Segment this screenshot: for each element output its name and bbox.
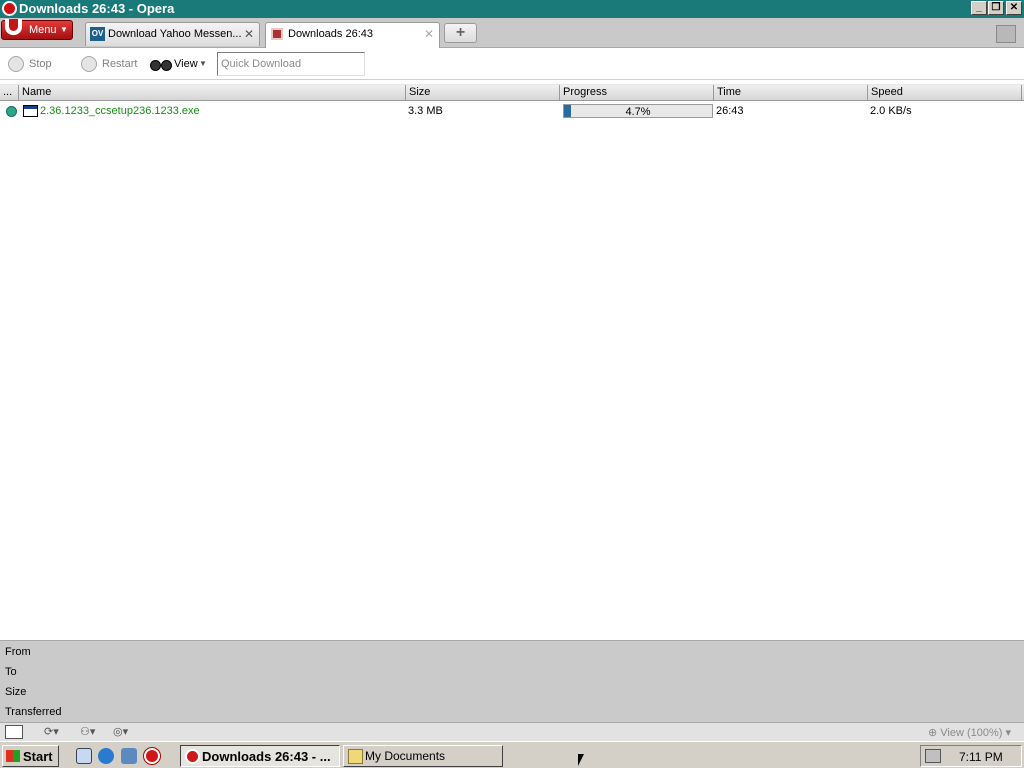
executable-file-icon — [23, 105, 38, 117]
tab-label: Downloads 26:43 — [288, 28, 374, 40]
start-label: Start — [23, 749, 53, 764]
restart-button[interactable]: Restart — [81, 56, 143, 72]
column-menu-button[interactable]: ... — [0, 85, 19, 101]
opera-icon — [185, 749, 200, 764]
chevron-down-icon: ▼ — [60, 25, 68, 34]
tab-downloads[interactable]: Downloads 26:43 ✕ — [265, 22, 440, 48]
trash-icon[interactable] — [996, 25, 1016, 43]
restart-label: Restart — [102, 58, 138, 70]
tab-bar: Menu ▼ OV Download Yahoo Messen... ✕ Dow… — [0, 18, 1024, 48]
zoom-icon: ⊕ — [928, 727, 941, 739]
task-button-my-documents[interactable]: My Documents — [343, 745, 503, 767]
column-header-size[interactable]: Size — [406, 85, 560, 101]
downloads-icon — [271, 28, 283, 40]
internet-explorer-icon[interactable] — [98, 748, 114, 764]
opera-icon[interactable] — [143, 747, 161, 765]
view-button[interactable]: View ▼ — [150, 56, 210, 72]
taskbar: Start Downloads 26:43 - ... My Documents… — [0, 741, 1024, 768]
task-button-opera[interactable]: Downloads 26:43 - ... — [180, 745, 340, 767]
column-header-row: ... Name Size Progress Time Speed — [0, 84, 1024, 101]
system-tray: 7:11 PM — [920, 745, 1022, 767]
start-button[interactable]: Start — [2, 745, 59, 767]
download-progress-bar: 4.7% — [563, 104, 713, 118]
column-header-time[interactable]: Time — [714, 85, 868, 101]
mouse-cursor-icon — [578, 754, 584, 766]
panel-toggle-icon[interactable] — [5, 725, 23, 739]
quick-download-input[interactable] — [217, 52, 365, 76]
status-bar: ⟳▾ ⚇▾ ◎▾ ⊕ View (100%) ▾ — [0, 722, 1024, 741]
detail-size-label: Size — [5, 686, 27, 698]
folder-icon — [348, 749, 363, 764]
stop-icon — [8, 56, 24, 72]
download-details-panel: From To Size Transferred — [0, 640, 1024, 722]
window-title: Downloads 26:43 - Opera — [19, 1, 175, 16]
download-file-name[interactable]: 2.36.1233_ccsetup236.1233.exe — [40, 105, 200, 117]
task-label: My Documents — [365, 749, 446, 763]
title-bar: Downloads 26:43 - Opera _ ❐ ✕ — [0, 0, 1024, 18]
restart-icon — [81, 56, 97, 72]
sync-icon[interactable]: ⟳▾ — [44, 725, 72, 739]
download-row[interactable]: 2.36.1233_ccsetup236.1233.exe 3.3 MB 4.7… — [0, 102, 1024, 120]
stop-button[interactable]: Stop — [8, 56, 58, 72]
detail-transferred-label: Transferred — [5, 706, 62, 718]
task-label: Downloads 26:43 - ... — [202, 749, 331, 764]
tab-yahoo-messenger[interactable]: OV Download Yahoo Messen... ✕ — [85, 22, 260, 46]
zoom-level[interactable]: ⊕ View (100%) ▾ — [928, 726, 1011, 739]
download-speed: 2.0 KB/s — [870, 105, 912, 117]
menu-label: Menu — [29, 24, 57, 36]
restore-button[interactable]: ❐ — [988, 1, 1004, 15]
close-button[interactable]: ✕ — [1006, 1, 1022, 15]
stop-label: Stop — [29, 58, 52, 70]
binoculars-icon — [150, 57, 172, 71]
column-header-progress[interactable]: Progress — [560, 85, 714, 101]
tab-label: Download Yahoo Messen... — [108, 28, 242, 40]
download-status-icon — [6, 106, 17, 117]
download-time: 26:43 — [716, 105, 744, 117]
ov-icon: OV — [90, 27, 105, 41]
zoom-label: View (100%) — [940, 727, 1003, 739]
network-tray-icon[interactable] — [925, 749, 941, 763]
new-tab-button[interactable]: + — [444, 23, 477, 43]
network-icon[interactable] — [121, 748, 137, 764]
opera-logo-icon — [5, 19, 22, 35]
unite-icon[interactable]: ⚇▾ — [80, 725, 108, 739]
chevron-down-icon: ▼ — [199, 59, 207, 68]
opera-menu-button[interactable]: Menu ▼ — [1, 19, 73, 40]
opera-logo-icon — [2, 1, 17, 16]
close-tab-icon[interactable]: ✕ — [424, 27, 434, 41]
minimize-button[interactable]: _ — [971, 1, 987, 15]
column-header-name[interactable]: Name — [19, 85, 406, 101]
show-desktop-icon[interactable] — [76, 748, 92, 764]
detail-to-label: To — [5, 666, 17, 678]
progress-text: 4.7% — [625, 106, 651, 118]
windows-logo-icon — [6, 750, 20, 762]
turbo-icon[interactable]: ◎▾ — [113, 725, 141, 739]
view-label: View — [174, 58, 198, 70]
downloads-toolbar: Stop Restart View ▼ — [0, 48, 1024, 80]
download-size: 3.3 MB — [408, 105, 443, 117]
detail-from-label: From — [5, 646, 31, 658]
column-header-speed[interactable]: Speed — [868, 85, 1022, 101]
clock[interactable]: 7:11 PM — [959, 750, 1003, 764]
close-tab-icon[interactable]: ✕ — [244, 27, 254, 41]
